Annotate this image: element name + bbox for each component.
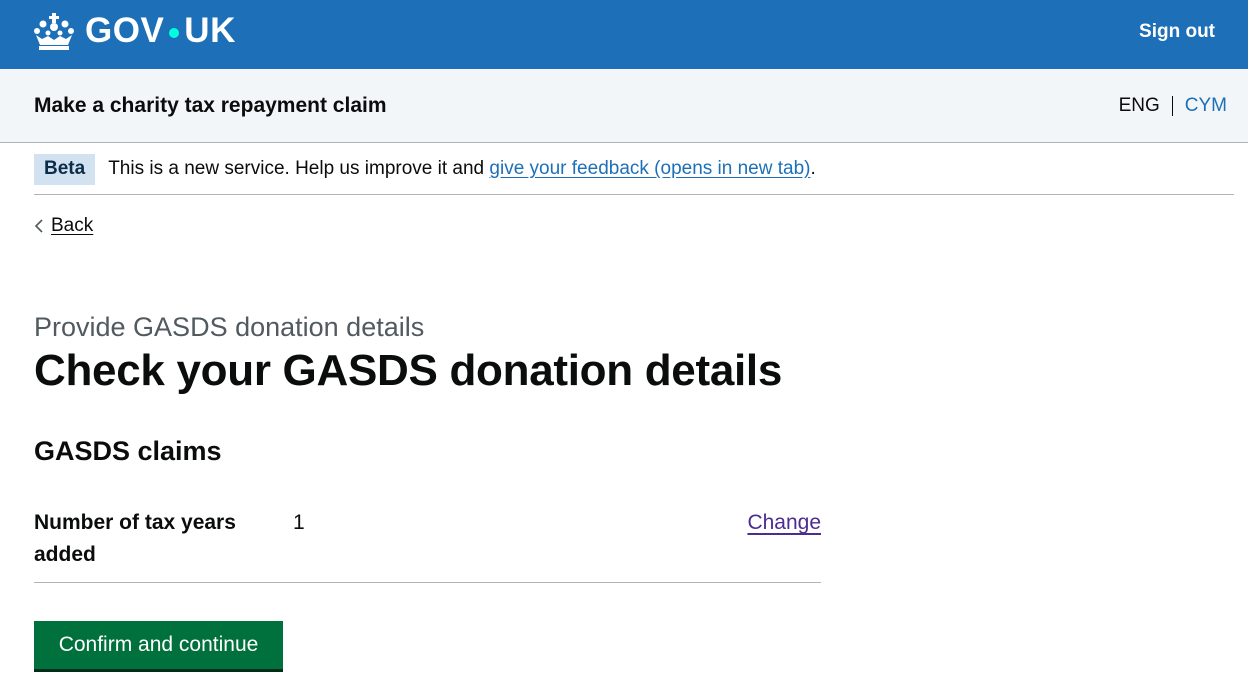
section-heading: GASDS claims <box>34 436 222 466</box>
phase-banner: Beta This is a new service. Help us impr… <box>34 154 1234 195</box>
page-caption: Provide GASDS donation details <box>34 312 425 342</box>
language-cym-link[interactable]: CYM <box>1185 94 1227 118</box>
govuk-header: GOV UK Sign out <box>0 0 1248 69</box>
wordmark-uk: UK <box>184 11 236 50</box>
beta-tag: Beta <box>34 154 96 185</box>
back-link-label: Back <box>51 215 94 236</box>
page-title: Check your GASDS donation details <box>34 346 783 395</box>
wordmark-dot <box>169 28 180 38</box>
summary-value: 1 <box>293 511 305 534</box>
change-link[interactable]: Change <box>747 507 821 539</box>
back-link[interactable]: Back <box>34 214 93 238</box>
chevron-left-icon <box>34 219 43 233</box>
feedback-link[interactable]: give your feedback (opens in new tab) <box>489 158 810 179</box>
summary-key: Number of tax years added <box>34 511 236 566</box>
summary-row: Number of tax years added 1 Change <box>34 507 821 583</box>
wordmark-gov: GOV <box>85 11 165 50</box>
crown-icon <box>34 13 74 50</box>
phase-banner-period: . <box>810 158 816 179</box>
phase-banner-text: This is a new service. Help us improve i… <box>108 154 816 181</box>
language-eng-current: ENG <box>1118 95 1160 116</box>
govuk-wordmark: GOV UK <box>85 8 236 54</box>
phase-banner-message: This is a new service. Help us improve i… <box>108 158 485 179</box>
service-name: Make a charity tax repayment claim <box>34 94 387 117</box>
confirm-and-continue-button[interactable]: Confirm and continue <box>34 621 283 669</box>
service-navigation: Make a charity tax repayment claim ENG C… <box>0 69 1248 143</box>
sign-out-link[interactable]: Sign out <box>1139 20 1215 44</box>
language-divider <box>1171 96 1173 116</box>
language-toggle: ENG CYM <box>1119 94 1227 118</box>
govuk-logo-link[interactable]: GOV UK <box>33 8 236 54</box>
